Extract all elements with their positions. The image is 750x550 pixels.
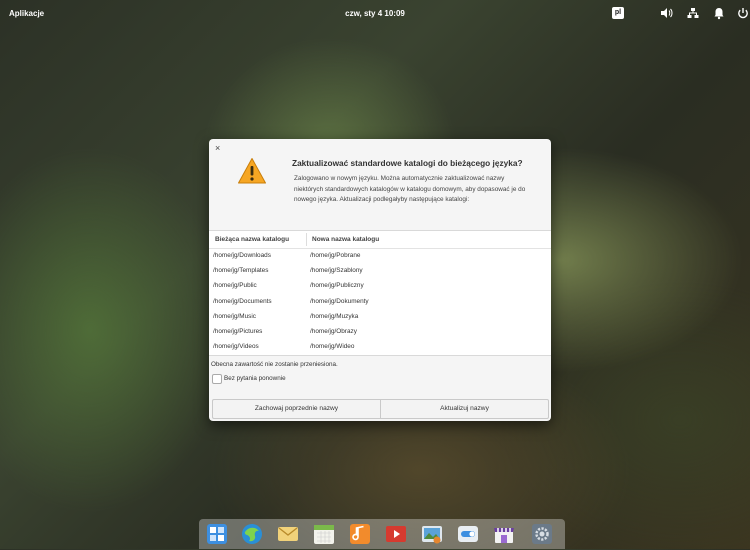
settings-icon[interactable] [531,523,553,545]
column-header-new[interactable]: Nowa nazwa katalogu [312,236,379,243]
content-not-moved-note: Obecna zawartość nie zostanie przeniesio… [211,361,338,368]
dont-ask-again-label[interactable]: Bez pytania ponownie [224,375,286,382]
dialog-title: Zaktualizować standardowe katalogi do bi… [292,158,523,168]
update-folders-dialog: × Zaktualizować standardowe katalogi do … [209,139,551,421]
dont-ask-again-checkbox[interactable] [212,374,222,384]
top-panel: Aplikacje czw, sty 4 10:09 pl [0,0,750,26]
current-folder-cell: /home/jg/Documents [213,297,272,305]
table-row[interactable]: /home/jg/Public /home/jg/Publiczny [209,279,551,294]
notifications-icon[interactable] [712,6,726,20]
current-folder-cell: /home/jg/Music [213,312,256,320]
new-folder-cell: /home/jg/Pobrane [310,252,361,259]
current-folder-cell: /home/jg/Pictures [213,327,263,335]
current-folder-cell: /home/jg/Downloads [213,252,271,259]
keep-old-names-button[interactable]: Zachowaj poprzednie nazwy [212,399,380,419]
volume-icon[interactable] [659,6,673,20]
keyboard-layout-indicator[interactable]: pl [612,7,624,19]
new-folder-cell: /home/jg/Publiczny [310,282,364,290]
music-icon[interactable] [349,523,371,545]
table-row[interactable]: /home/jg/Pictures /home/jg/Obrazy [209,325,551,340]
current-folder-cell: /home/jg/Videos [213,343,259,351]
table-header: Bieżąca nazwa katalogu Nowa nazwa katalo… [209,231,551,249]
new-folder-cell: /home/jg/Obrazy [310,327,357,335]
update-names-button[interactable]: Aktualizuj nazwy [380,399,549,419]
close-icon[interactable]: × [215,143,220,153]
table-row[interactable]: /home/jg/Videos /home/jg/Wideo [209,340,551,355]
table-row[interactable]: /home/jg/Music /home/jg/Muzyka [209,310,551,325]
table-row[interactable]: /home/jg/Documents /home/jg/Dokumenty [209,295,551,310]
column-header-current[interactable]: Bieżąca nazwa katalogu [215,236,289,243]
dialog-description: Zalogowano w nowym języku. Można automat… [294,175,526,203]
network-icon[interactable] [686,6,700,20]
calendar-icon[interactable] [313,523,335,545]
videos-icon[interactable] [385,523,407,545]
folders-table: Bieżąca nazwa katalogu Nowa nazwa katalo… [209,230,551,356]
table-row[interactable]: /home/jg/Downloads /home/jg/Pobrane [209,249,551,264]
appcenter-icon[interactable] [493,523,515,545]
system-settings-toggle-icon[interactable] [457,523,479,545]
column-divider [306,233,307,246]
photos-icon[interactable] [421,523,443,545]
web-browser-icon[interactable] [241,523,263,545]
power-icon[interactable] [736,6,750,20]
current-folder-cell: /home/jg/Templates [213,267,269,275]
multitasking-view-icon[interactable] [206,523,228,545]
new-folder-cell: /home/jg/Muzyka [310,312,359,320]
table-row[interactable]: /home/jg/Templates /home/jg/Szablony [209,264,551,279]
new-folder-cell: /home/jg/Wideo [310,343,355,351]
clock[interactable]: czw, sty 4 10:09 [0,9,750,18]
new-folder-cell: /home/jg/Dokumenty [310,297,369,305]
current-folder-cell: /home/jg/Public [213,282,257,290]
mail-icon[interactable] [277,523,299,545]
warning-icon [237,157,267,185]
new-folder-cell: /home/jg/Szablony [310,267,363,275]
dock [199,519,565,549]
